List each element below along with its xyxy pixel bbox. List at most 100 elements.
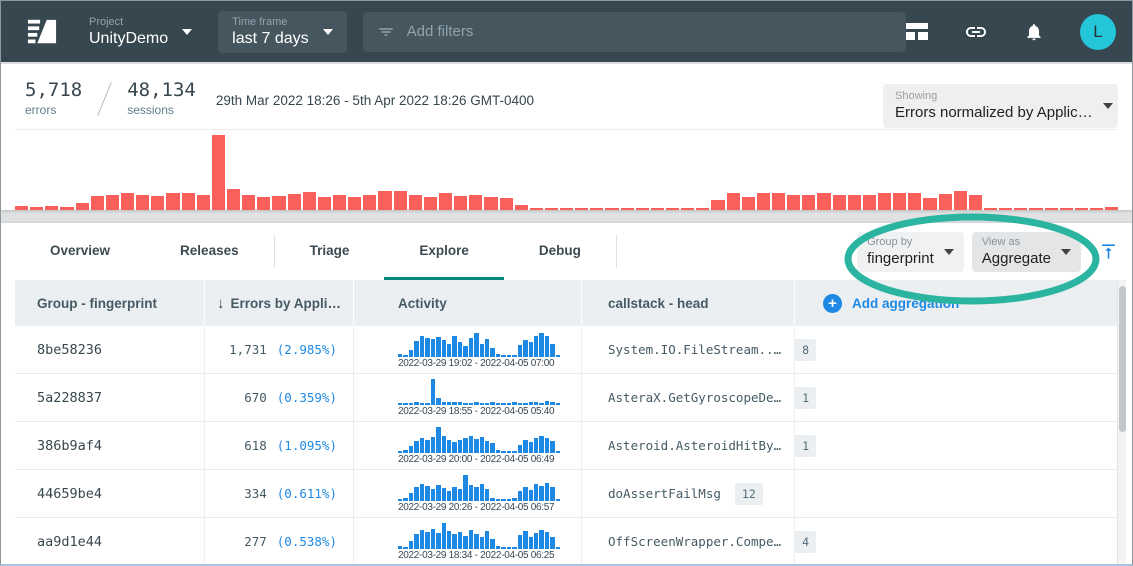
table-row[interactable]: 386b9af4618(1.095%)2022-03-29 20:00 - 20… bbox=[15, 422, 1118, 470]
histogram-bar bbox=[288, 194, 301, 210]
sparkline-bar bbox=[436, 485, 440, 501]
sparkline-bar bbox=[556, 403, 560, 405]
group-by-label: Group by bbox=[867, 236, 934, 249]
sparkline-bars bbox=[398, 378, 560, 405]
table-row[interactable]: 44659be4334(0.611%) 2022-03-29 20:26 - 20… bbox=[15, 470, 1118, 518]
errors-cell: 334(0.611%) bbox=[204, 470, 353, 517]
scrollbar-thumb[interactable] bbox=[1119, 286, 1126, 432]
sparkline-bar bbox=[480, 484, 484, 501]
tab-releases[interactable]: Releases bbox=[145, 223, 274, 280]
sparkline-bar bbox=[447, 491, 451, 501]
sparkline-bar bbox=[442, 488, 446, 501]
tab-debug[interactable]: Debug bbox=[504, 223, 616, 280]
sparkline-bar bbox=[480, 537, 484, 549]
tab-overview[interactable]: Overview bbox=[15, 223, 145, 280]
bell-icon[interactable] bbox=[1024, 21, 1044, 43]
errors-cell: 1,731(2.985%) bbox=[204, 326, 353, 373]
sparkline-bar bbox=[420, 403, 424, 405]
sparkline-bar bbox=[550, 537, 554, 549]
sparkline-bar bbox=[436, 533, 440, 549]
link-icon[interactable] bbox=[964, 20, 988, 44]
sparkline-bar bbox=[534, 438, 538, 453]
histogram-bar bbox=[742, 197, 755, 210]
sparkline-bar bbox=[458, 489, 462, 501]
tab-triage[interactable]: Triage bbox=[275, 223, 385, 280]
sparkline-bar bbox=[436, 398, 440, 405]
callstack-text: doAssertFailMsg bbox=[608, 486, 721, 501]
fingerprint-cell[interactable]: 44659be4 bbox=[15, 470, 204, 517]
activity-cell: 2022-03-29 18:34 - 2022-04-05 06:25 bbox=[353, 518, 581, 565]
histogram-bar bbox=[923, 198, 936, 210]
histogram-bar bbox=[727, 193, 740, 210]
sparkline-bar bbox=[507, 451, 511, 453]
vertical-scrollbar[interactable] bbox=[1117, 280, 1126, 564]
showing-selector[interactable]: Showing Errors normalized by Applic… bbox=[883, 84, 1118, 128]
histogram-bar bbox=[1045, 208, 1058, 210]
tab-explore[interactable]: Explore bbox=[384, 223, 504, 280]
timeframe-selector[interactable]: Time frame last 7 days bbox=[218, 11, 346, 53]
histogram-bar bbox=[515, 205, 528, 210]
sparkline-bar bbox=[474, 439, 478, 453]
sparkline-bars bbox=[398, 330, 560, 357]
activity-sparkline[interactable]: 2022-03-29 18:55 - 2022-04-05 05:40 bbox=[398, 378, 560, 421]
callstack-cell: doAssertFailMsg 12 bbox=[581, 470, 794, 517]
dashboard-icon[interactable] bbox=[906, 23, 928, 41]
callstack-text: OffScreenWrapper.Compe… bbox=[608, 534, 781, 549]
fingerprint-cell[interactable]: 386b9af4 bbox=[15, 422, 204, 469]
histogram-bar bbox=[1105, 207, 1118, 210]
sparkline-bar bbox=[550, 402, 554, 405]
column-header-activity[interactable]: Activity bbox=[353, 280, 581, 326]
column-header-errors[interactable]: ↓ Errors by Appli… bbox=[204, 280, 353, 326]
view-as-selector[interactable]: View as Aggregate bbox=[972, 232, 1081, 272]
add-aggregation-button[interactable]: + Add aggregation bbox=[794, 280, 1118, 326]
histogram-bar bbox=[378, 191, 391, 210]
backtrace-logo-icon[interactable] bbox=[27, 17, 57, 47]
fingerprint-cell[interactable]: aa9d1e44 bbox=[15, 518, 204, 565]
histogram-bar bbox=[530, 208, 543, 210]
chevron-down-icon bbox=[1103, 103, 1113, 109]
activity-sparkline[interactable]: 2022-03-29 19:02 - 2022-04-05 07:00 bbox=[398, 330, 560, 373]
table-row[interactable]: aa9d1e44277(0.538%)2022-03-29 18:34 - 20… bbox=[15, 518, 1118, 566]
sparkline-bar bbox=[398, 546, 402, 549]
sparkline-bar bbox=[425, 338, 429, 357]
project-selector[interactable]: Project UnityDemo bbox=[89, 16, 192, 48]
sparkline-bar bbox=[490, 539, 494, 549]
filters-input[interactable] bbox=[407, 23, 892, 40]
histogram-bar bbox=[197, 195, 210, 210]
column-header-callstack[interactable]: callstack - head bbox=[581, 280, 794, 326]
sparkline-bar bbox=[414, 341, 418, 357]
table-row[interactable]: 8be582361,731(2.985%) 2022-03-29 19:02 - … bbox=[15, 326, 1118, 374]
sparkline-bar bbox=[420, 438, 424, 453]
sparkline-bar bbox=[463, 536, 467, 549]
sparkline-bar bbox=[534, 484, 538, 501]
histogram-bar bbox=[60, 207, 73, 210]
sparkline-bar bbox=[452, 442, 456, 453]
sparkline-bar bbox=[518, 491, 522, 501]
scroll-to-top-icon[interactable] bbox=[1099, 242, 1118, 261]
fingerprint-cell[interactable]: 8be58236 bbox=[15, 326, 204, 373]
column-header-fingerprint[interactable]: Group - fingerprint bbox=[15, 280, 204, 326]
sparkline-bar bbox=[512, 451, 516, 453]
tabs-list: OverviewReleasesTriageExploreDebug bbox=[15, 223, 617, 280]
sparkline-bar bbox=[442, 402, 446, 405]
histogram-bar bbox=[394, 191, 407, 210]
errors-histogram[interactable] bbox=[15, 129, 1118, 210]
histogram-bar bbox=[696, 208, 709, 210]
view-as-value: Aggregate bbox=[982, 249, 1051, 268]
fingerprint-cell[interactable]: 5a228837 bbox=[15, 374, 204, 421]
filters-search-box[interactable] bbox=[363, 12, 906, 52]
activity-sparkline[interactable]: 2022-03-29 20:00 - 2022-04-05 06:49 bbox=[398, 426, 560, 469]
histogram-bar bbox=[711, 200, 724, 210]
histogram-bar bbox=[106, 195, 119, 210]
errors-value: 618 bbox=[244, 438, 267, 453]
group-by-selector[interactable]: Group by fingerprint bbox=[857, 232, 964, 272]
sparkline-bar bbox=[485, 339, 489, 357]
sparkline-bar bbox=[409, 350, 413, 357]
histogram-bar bbox=[863, 195, 876, 210]
activity-sparkline[interactable]: 2022-03-29 20:26 - 2022-04-05 06:57 bbox=[398, 474, 560, 517]
sparkline-bar bbox=[474, 487, 478, 501]
activity-sparkline[interactable]: 2022-03-29 18:34 - 2022-04-05 06:25 bbox=[398, 522, 560, 565]
avatar[interactable]: L bbox=[1080, 14, 1116, 50]
callstack-count-badge: 12 bbox=[735, 483, 763, 505]
table-row[interactable]: 5a228837670(0.359%)2022-03-29 18:55 - 20… bbox=[15, 374, 1118, 422]
